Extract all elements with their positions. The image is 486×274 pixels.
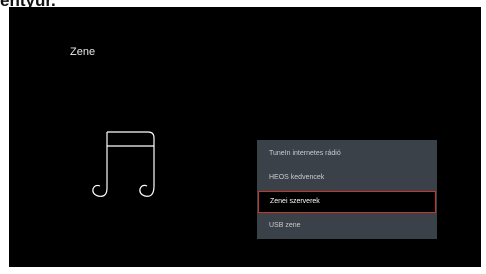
screen-title: Zene (70, 46, 96, 58)
menu-item-heos-favorites[interactable]: HEOS kedvencek (257, 167, 437, 189)
tv-screen: Zene TuneIn internetes rádió HEOS kedven… (9, 7, 481, 267)
menu-item-usb-music[interactable]: USB zene (257, 215, 437, 237)
music-note-icon (92, 131, 155, 197)
menu-item-music-servers[interactable]: Zenei szerverek (258, 191, 436, 213)
source-menu: TuneIn internetes rádió HEOS kedvencek Z… (257, 140, 437, 239)
manual-page: entyűr. Zene TuneIn internetes rádió HEO… (0, 0, 486, 274)
menu-item-tunein[interactable]: TuneIn internetes rádió (257, 143, 437, 165)
